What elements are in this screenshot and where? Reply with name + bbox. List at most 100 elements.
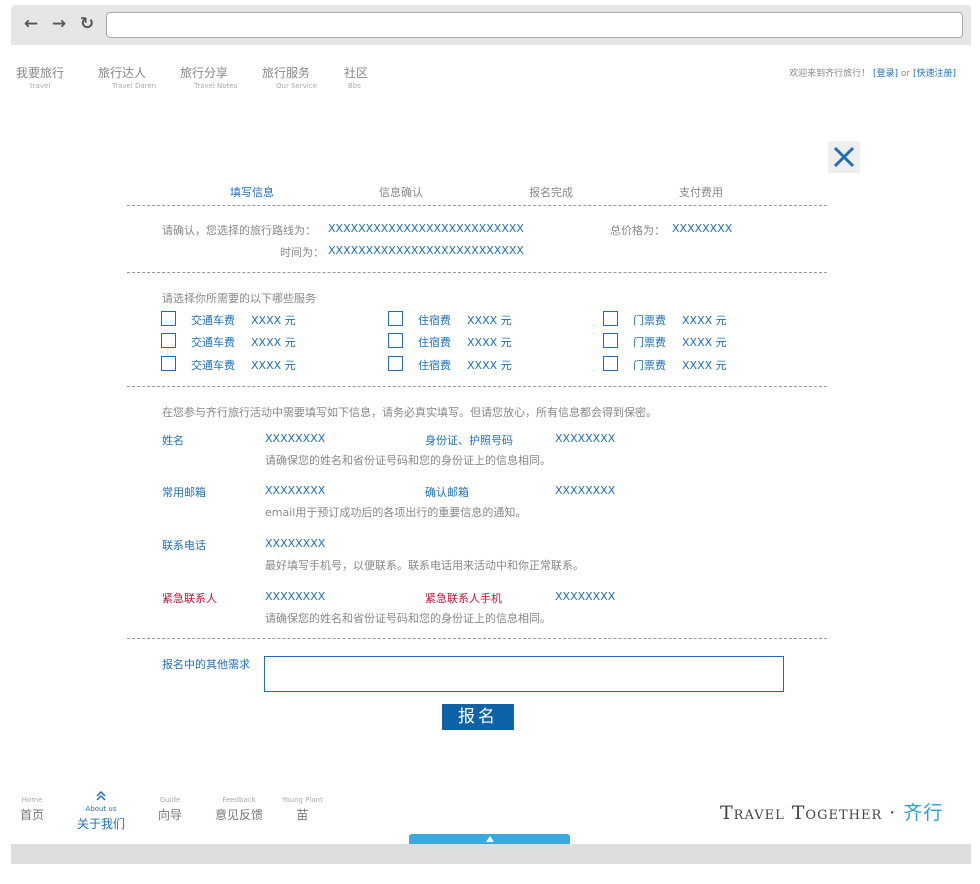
brand-name: Travel Together: [720, 802, 883, 824]
info-intro: 在您参与齐行旅行活动中需要填写如下信息，请务必真实填写。但请您放心，所有信息都会…: [162, 406, 657, 419]
close-button[interactable]: [828, 141, 860, 173]
service-price: XXXX 元: [682, 359, 727, 372]
back-arrow-icon[interactable]: ←: [22, 15, 40, 33]
service-checkbox[interactable]: [161, 311, 176, 326]
brand-dot: ·: [882, 802, 904, 824]
service-price: XXXX 元: [467, 314, 512, 327]
service-name: 住宿费: [418, 336, 451, 349]
other-requirements-label: 报名中的其他需求: [162, 658, 250, 671]
route-label: 请确认，您选择的旅行路线为：: [162, 224, 316, 237]
services-title: 请选择你所需要的以下哪些服务: [162, 292, 316, 305]
service-name: 住宿费: [418, 314, 451, 327]
nav-label: 旅行服务: [262, 66, 311, 80]
nav-sublabel: Our Service: [276, 82, 317, 90]
divider: [127, 386, 827, 387]
phone-label: 联系电话: [162, 539, 206, 552]
welcome-text: 欢迎来到齐行旅行！: [789, 69, 871, 79]
emergency-contact-label: 紧急联系人: [162, 592, 217, 605]
signup-button[interactable]: 报名: [442, 704, 514, 730]
login-link[interactable]: [登录]: [873, 69, 898, 79]
name-field[interactable]: XXXXXXXX: [265, 432, 325, 445]
service-checkbox[interactable]: [161, 356, 176, 371]
main-nav: 我要旅行 travel 旅行达人 Travel Daren 旅行分享 Travel N…: [16, 64, 426, 90]
address-bar[interactable]: [106, 12, 963, 38]
service-name: 交通车费: [191, 359, 235, 372]
footer-item-about[interactable]: About us 关于我们: [77, 786, 125, 832]
phone-hint: 最好填写手机号，以便联系。联系电话用来活动中和你正常联系。: [265, 559, 584, 572]
service-checkbox[interactable]: [603, 333, 618, 348]
id-field[interactable]: XXXXXXXX: [555, 432, 615, 445]
footer-sublabel: Young Plant: [282, 796, 323, 804]
id-label: 身份证、护照号码: [425, 434, 513, 447]
service-checkbox[interactable]: [603, 356, 618, 371]
footer-item-guide[interactable]: Guide 向导: [158, 796, 182, 823]
divider: [127, 638, 827, 639]
service-checkbox[interactable]: [388, 356, 403, 371]
footer-label: 首页: [20, 808, 45, 822]
or-text: or: [898, 69, 913, 79]
nav-label: 社区: [344, 66, 369, 80]
service-checkbox[interactable]: [388, 311, 403, 326]
emergency-hint: 请确保您的姓名和省份证号码和您的身份证上的信息相同。: [265, 612, 551, 625]
service-name: 交通车费: [191, 314, 235, 327]
footer-item-home[interactable]: Home 首页: [20, 796, 44, 823]
nav-item-travel[interactable]: 我要旅行 travel: [16, 64, 98, 90]
reload-icon[interactable]: ↻: [78, 15, 96, 33]
step-payment: 支付费用: [679, 186, 723, 199]
footer-item-feedback[interactable]: Feedback 意见反馈: [215, 796, 263, 823]
footer-item-young-plant[interactable]: Young Plant 苗: [282, 796, 323, 823]
divider: [127, 272, 827, 273]
browser-toolbar: ← → ↻: [11, 5, 971, 45]
nav-item-bbs[interactable]: 社区 Bbs: [344, 64, 426, 90]
service-price: XXXX 元: [467, 359, 512, 372]
nav-label: 旅行达人: [98, 66, 147, 80]
footer-sublabel: Feedback: [222, 796, 256, 804]
nav-label: 旅行分享: [180, 66, 229, 80]
service-name: 门票费: [633, 314, 666, 327]
browser-statusbar: [11, 844, 971, 864]
service-name: 住宿费: [418, 359, 451, 372]
id-hint: 请确保您的姓名和省份证号码和您的身份证上的信息相同。: [265, 454, 551, 467]
service-price: XXXX 元: [251, 336, 296, 349]
brand-cn: 齐行: [903, 802, 944, 824]
service-price: XXXX 元: [251, 359, 296, 372]
footer-label: 关于我们: [77, 817, 126, 831]
email-hint: email用于预订成功后的各项出行的重要信息的通知。: [265, 506, 527, 519]
nav-sublabel: Travel Daren: [112, 82, 157, 90]
service-checkbox[interactable]: [388, 333, 403, 348]
forward-arrow-icon[interactable]: →: [50, 15, 68, 33]
emergency-contact-field[interactable]: XXXXXXXX: [265, 590, 325, 603]
route-value: XXXXXXXXXXXXXXXXXXXXXXXXXX: [328, 222, 524, 235]
emergency-phone-field[interactable]: XXXXXXXX: [555, 590, 615, 603]
footer-label: 意见反馈: [215, 808, 264, 822]
service-price: XXXX 元: [682, 336, 727, 349]
footer-sublabel: Guide: [159, 796, 181, 804]
nav-item-notes[interactable]: 旅行分享 Travel Notes: [180, 64, 262, 90]
expand-handle[interactable]: [409, 834, 570, 844]
brand-logo: Travel Together · 齐行: [720, 798, 943, 825]
nav-sublabel: travel: [30, 82, 51, 90]
close-icon: [833, 146, 855, 168]
step-fill-info: 填写信息: [230, 186, 274, 199]
other-requirements-textarea[interactable]: [264, 656, 784, 692]
service-checkbox[interactable]: [161, 333, 176, 348]
nav-sublabel: Travel Notes: [194, 82, 238, 90]
footer-sublabel: Home: [21, 796, 43, 804]
email-confirm-field[interactable]: XXXXXXXX: [555, 484, 615, 497]
service-name: 门票费: [633, 336, 666, 349]
nav-item-daren[interactable]: 旅行达人 Travel Daren: [98, 64, 180, 90]
step-signup-complete: 报名完成: [529, 186, 573, 199]
service-name: 交通车费: [191, 336, 235, 349]
email-field[interactable]: XXXXXXXX: [265, 484, 325, 497]
nav-item-service[interactable]: 旅行服务 Our Service: [262, 64, 344, 90]
email-confirm-label: 确认邮箱: [425, 486, 469, 499]
footer-label: 向导: [158, 808, 183, 822]
price-value: XXXXXXXX: [672, 222, 733, 235]
nav-label: 我要旅行: [16, 66, 65, 80]
price-label: 总价格为：: [610, 224, 665, 237]
service-price: XXXX 元: [251, 314, 296, 327]
service-checkbox[interactable]: [603, 311, 618, 326]
register-link[interactable]: [快速注册]: [913, 69, 956, 79]
phone-field[interactable]: XXXXXXXX: [265, 537, 325, 550]
name-label: 姓名: [162, 434, 184, 447]
